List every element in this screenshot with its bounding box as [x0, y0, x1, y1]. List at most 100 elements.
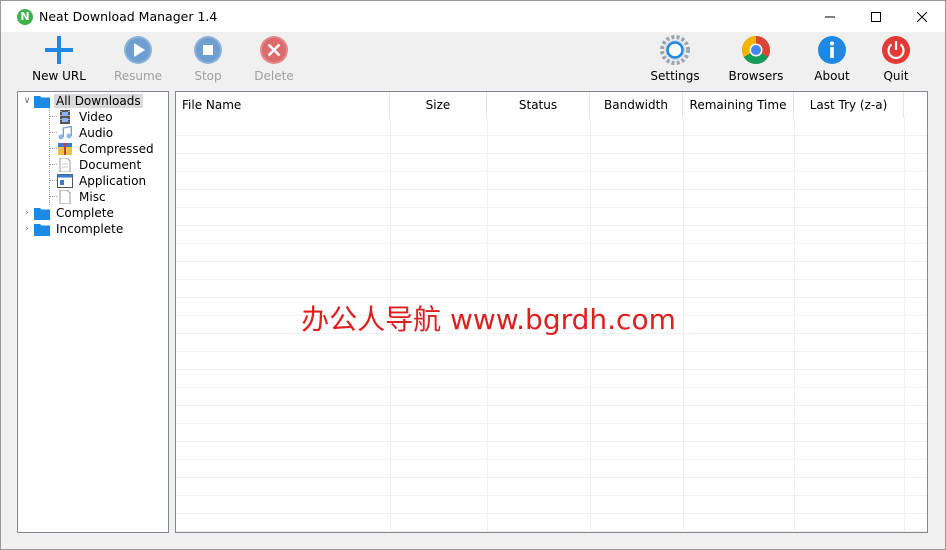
toolbar: New URL Resume Stop Delete Settings Brow… [1, 32, 945, 88]
empty-row [176, 442, 927, 460]
tree-connector [49, 180, 57, 181]
maximize-button[interactable] [853, 1, 899, 32]
tree-label: Incomplete [56, 222, 124, 236]
tree-label: All Downloads [54, 94, 143, 108]
tree-item-audio[interactable]: Audio [57, 125, 115, 141]
empty-row [176, 496, 927, 514]
empty-row [176, 226, 927, 244]
app-window: N Neat Download Manager 1.4 New URL Resu… [0, 0, 946, 550]
empty-row [176, 352, 927, 370]
app-logo-letter: N [20, 10, 30, 23]
column-header-label: File Name [182, 98, 242, 112]
minimize-button[interactable] [807, 1, 853, 32]
tree-item-video[interactable]: Video [57, 109, 115, 125]
power-icon [882, 36, 910, 64]
tree-connector [49, 148, 57, 149]
new-url-label: New URL [32, 69, 86, 83]
tree-connector [49, 116, 57, 117]
list-header: File Name Size Status Bandwidth Remainin… [176, 92, 927, 118]
minimize-icon [825, 16, 835, 17]
chevron-down-icon[interactable]: ∨ [22, 93, 32, 109]
film-icon [60, 110, 70, 124]
close-button[interactable] [899, 1, 945, 32]
tree-label: Audio [79, 126, 114, 140]
window-title: Neat Download Manager 1.4 [39, 9, 218, 24]
stop-button[interactable]: Stop [175, 35, 241, 87]
new-url-button[interactable]: New URL [26, 35, 92, 87]
tree-label: Application [79, 174, 147, 188]
plus-icon [45, 36, 73, 64]
tree-label: Compressed [79, 142, 154, 156]
empty-row [176, 208, 927, 226]
stop-label: Stop [194, 69, 222, 83]
column-divider [904, 118, 905, 532]
quit-button[interactable]: Quit [863, 35, 929, 87]
empty-row [176, 280, 927, 298]
column-header-size[interactable]: Size [390, 92, 487, 118]
play-icon [124, 36, 152, 64]
tree-connector [49, 108, 50, 205]
resume-button[interactable]: Resume [105, 35, 171, 87]
empty-row [176, 370, 927, 388]
tree-connector [49, 132, 57, 133]
empty-row [176, 190, 927, 208]
tree-label: Misc [79, 190, 106, 204]
tree-label: Complete [56, 206, 114, 220]
tree-label: Document [79, 158, 142, 172]
settings-label: Settings [650, 69, 700, 83]
column-header-label: Bandwidth [604, 98, 668, 112]
empty-row [176, 388, 927, 406]
browsers-label: Browsers [728, 69, 784, 83]
empty-row [176, 172, 927, 190]
column-header-last-try[interactable]: Last Try (z-a) [794, 92, 904, 118]
browsers-button[interactable]: Browsers [723, 35, 789, 87]
tree-item-compressed[interactable]: Compressed [57, 141, 156, 157]
category-tree[interactable]: ∨ All Downloads Video Audio Compressed D… [17, 91, 169, 533]
column-header-bandwidth[interactable]: Bandwidth [590, 92, 683, 118]
watermark-text: 办公人导航 www.bgrdh.com [301, 303, 676, 336]
chevron-right-icon[interactable]: › [22, 221, 32, 237]
tree-connector [49, 164, 57, 165]
close-icon [917, 11, 927, 22]
tree-connector [49, 196, 57, 197]
document-icon [59, 158, 71, 172]
empty-row [176, 514, 927, 532]
empty-row [176, 118, 927, 136]
column-header-remaining-time[interactable]: Remaining Time [683, 92, 794, 118]
archive-icon [58, 143, 72, 155]
resume-label: Resume [113, 69, 163, 83]
settings-button[interactable]: Settings [642, 35, 708, 87]
empty-row [176, 460, 927, 478]
tree-item-application[interactable]: Application [57, 173, 148, 189]
tree-item-incomplete[interactable]: › Incomplete [22, 221, 125, 237]
delete-button[interactable]: Delete [241, 35, 307, 87]
empty-row [176, 478, 927, 496]
column-header-label: Remaining Time [689, 98, 787, 112]
blank-file-icon [59, 190, 71, 204]
tree-item-all-downloads[interactable]: ∨ All Downloads [22, 93, 143, 109]
about-label: About [814, 69, 850, 83]
title-bar[interactable]: N Neat Download Manager 1.4 [1, 1, 945, 32]
tree-item-misc[interactable]: Misc [57, 189, 108, 205]
column-header-file-name[interactable]: File Name [176, 92, 390, 118]
chrome-browser-icon [742, 36, 770, 64]
gear-icon [660, 35, 690, 65]
about-button[interactable]: About [799, 35, 865, 87]
info-icon [818, 36, 846, 64]
folder-icon [34, 208, 50, 220]
tree-item-complete[interactable]: › Complete [22, 205, 116, 221]
chevron-right-icon[interactable]: › [22, 205, 32, 221]
application-window-icon [57, 174, 73, 188]
folder-icon [34, 96, 50, 108]
empty-row [176, 424, 927, 442]
empty-row [176, 136, 927, 154]
maximize-icon [871, 11, 881, 22]
empty-row [176, 406, 927, 424]
folder-icon [34, 224, 50, 236]
tree-item-document[interactable]: Document [57, 157, 143, 173]
column-header-label: Size [425, 98, 451, 112]
empty-row [176, 244, 927, 262]
stop-icon [194, 36, 222, 64]
column-header-label: Last Try (z-a) [809, 98, 888, 112]
column-header-status[interactable]: Status [487, 92, 590, 118]
